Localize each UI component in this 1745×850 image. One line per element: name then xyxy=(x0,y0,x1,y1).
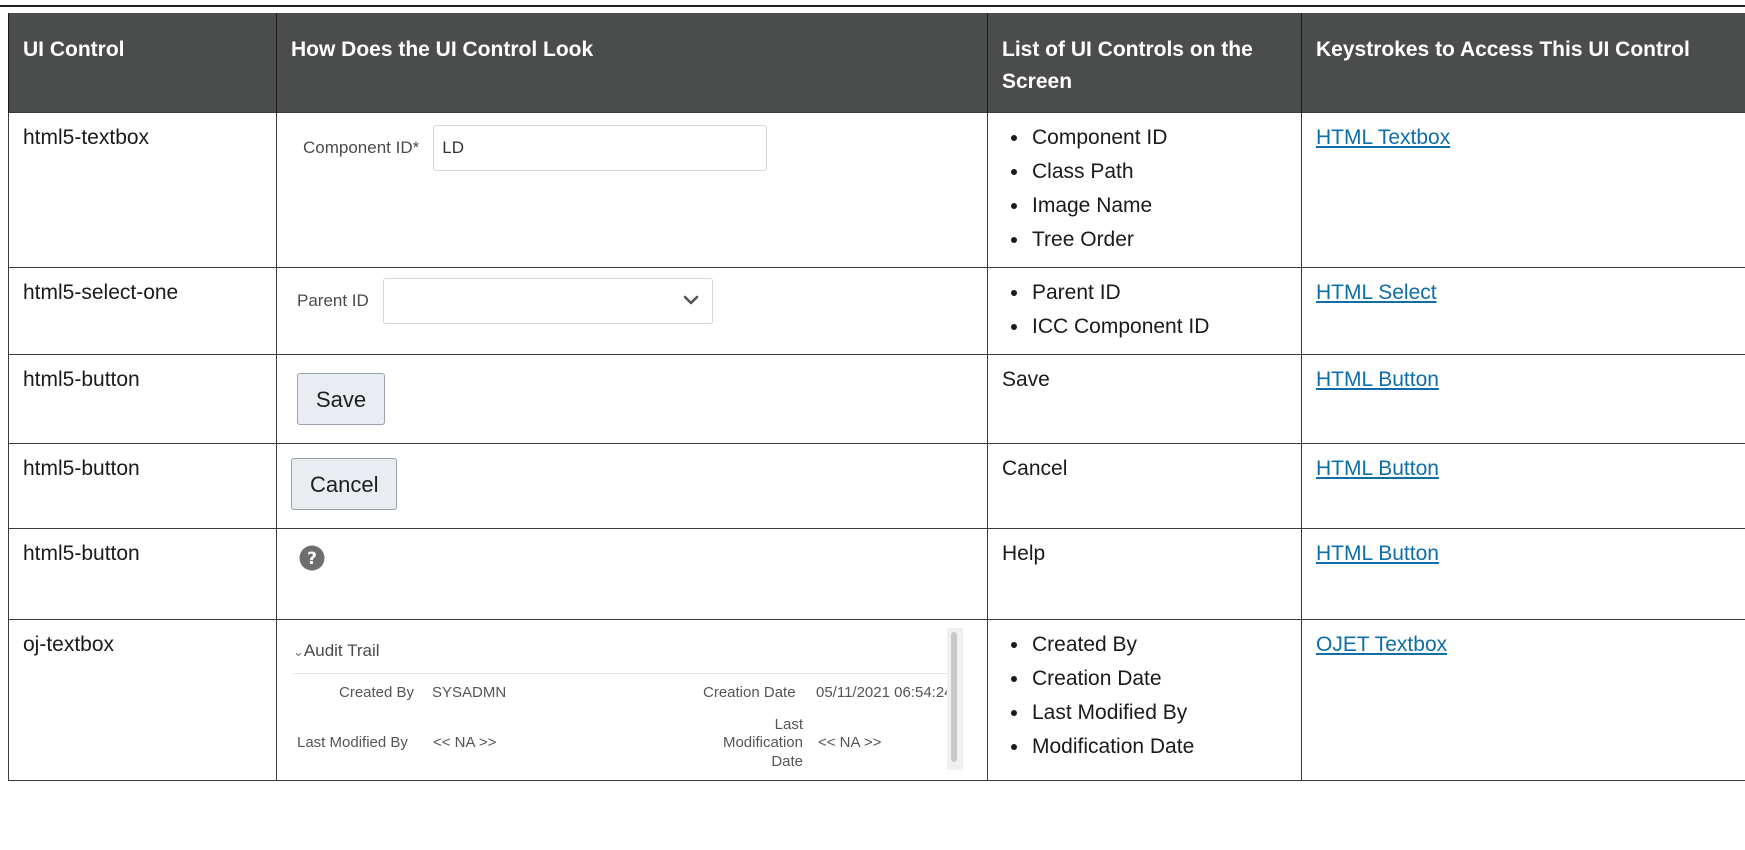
cell-controls-list: Save xyxy=(987,354,1302,444)
select-mock: Parent ID xyxy=(297,278,975,324)
cell-control-name: html5-textbox xyxy=(8,112,277,268)
list-item: Modification Date xyxy=(1030,730,1289,764)
cell-control-name: html5-button xyxy=(8,354,277,444)
list-item: Created By xyxy=(1030,628,1289,662)
cell-control-look: ⌄Audit Trail Created By SYSADMN Creation… xyxy=(276,619,988,781)
cell-keystrokes: HTML Button xyxy=(1301,354,1745,444)
table-row: html5-button Save Save HTML Button xyxy=(8,354,1745,444)
cell-controls-list: Component ID Class Path Image Name Tree … xyxy=(987,112,1302,268)
chevron-down-icon: ⌄ xyxy=(293,644,304,659)
last-mod-date-label-3: Date xyxy=(771,753,803,770)
last-mod-date-value: << NA >> xyxy=(818,734,882,751)
cell-keystrokes: HTML Button xyxy=(1301,528,1745,620)
top-rule xyxy=(0,5,1745,7)
creation-date-label: Creation Date xyxy=(703,684,796,701)
last-modified-by-value: << NA >> xyxy=(433,734,497,751)
cell-control-name: oj-textbox xyxy=(8,619,277,781)
html-textbox-link[interactable]: HTML Textbox xyxy=(1316,126,1450,149)
cell-controls-list: Help xyxy=(987,528,1302,620)
list-item: Creation Date xyxy=(1030,662,1289,696)
list-item: Class Path xyxy=(1030,155,1289,189)
chevron-down-icon xyxy=(683,295,699,305)
created-by-label: Created By xyxy=(339,684,415,701)
list-item: Last Modified By xyxy=(1030,696,1289,730)
list-item: Image Name xyxy=(1030,189,1289,223)
help-circle-icon[interactable]: ? xyxy=(299,545,325,571)
parent-id-select[interactable] xyxy=(382,278,713,324)
component-id-input[interactable]: LD xyxy=(433,125,768,171)
svg-text:?: ? xyxy=(307,549,317,569)
cell-keystrokes: OJET Textbox xyxy=(1301,619,1745,781)
list-item: Tree Order xyxy=(1030,223,1289,257)
save-button[interactable]: Save xyxy=(297,373,386,425)
textbox-mock: Component ID* LD xyxy=(303,125,975,171)
cell-controls-list: Parent ID ICC Component ID xyxy=(987,267,1302,355)
html-button-link[interactable]: HTML Button xyxy=(1316,457,1439,480)
list-item: Parent ID xyxy=(1030,276,1289,310)
cell-control-name: html5-button xyxy=(8,528,277,620)
textbox-mock-label: Component ID* xyxy=(303,138,420,157)
document-page: UI Control How Does the UI Control Look … xyxy=(0,0,1745,850)
header-control-look: How Does the UI Control Look xyxy=(276,13,988,113)
audit-trail-panel: ⌄Audit Trail Created By SYSADMN Creation… xyxy=(287,628,967,770)
html-select-link[interactable]: HTML Select xyxy=(1316,281,1437,304)
header-keystrokes: Keystrokes to Access This UI Control xyxy=(1301,13,1745,113)
html-button-link[interactable]: HTML Button xyxy=(1316,368,1439,391)
audit-scrollbar-thumb[interactable] xyxy=(951,632,957,762)
ui-controls-table: UI Control How Does the UI Control Look … xyxy=(8,13,1745,781)
creation-date-value: 05/11/2021 06:54:24 xyxy=(816,684,953,701)
list-item: ICC Component ID xyxy=(1030,310,1289,344)
header-ui-control: UI Control xyxy=(8,13,277,113)
last-modified-by-label: Last Modified By xyxy=(297,734,408,751)
cell-control-look: ? xyxy=(276,528,988,620)
cell-control-look: Cancel xyxy=(276,443,988,529)
cell-keystrokes: HTML Select xyxy=(1301,267,1745,355)
cell-controls-list: Created By Creation Date Last Modified B… xyxy=(987,619,1302,781)
select-mock-label: Parent ID xyxy=(297,291,369,310)
audit-trail-title: Audit Trail xyxy=(303,641,380,660)
table-row: oj-textbox ⌄Audit Trail Created By SYSAD… xyxy=(8,619,1745,781)
table-header-row: UI Control How Does the UI Control Look … xyxy=(8,13,1745,113)
table-row: html5-select-one Parent ID Parent ID xyxy=(8,267,1745,355)
table-row: html5-textbox Component ID* LD Component… xyxy=(8,112,1745,268)
list-item: Component ID xyxy=(1030,121,1289,155)
html-button-link[interactable]: HTML Button xyxy=(1316,542,1439,565)
cell-keystrokes: HTML Button xyxy=(1301,443,1745,529)
table-row: html5-button Cancel Cancel HTML Button xyxy=(8,443,1745,529)
table-row: html5-button ? Help HTML Button xyxy=(8,528,1745,620)
cell-control-look: Save xyxy=(276,354,988,444)
audit-scrollbar[interactable] xyxy=(947,628,963,770)
ojet-textbox-link[interactable]: OJET Textbox xyxy=(1316,633,1447,656)
header-controls-list: List of UI Controls on the Screen xyxy=(987,13,1302,113)
cell-controls-list: Cancel xyxy=(987,443,1302,529)
cancel-button[interactable]: Cancel xyxy=(291,458,398,510)
cell-control-name: html5-button xyxy=(8,443,277,529)
cell-control-look: Parent ID xyxy=(276,267,988,355)
cell-control-name: html5-select-one xyxy=(8,267,277,355)
cell-control-look: Component ID* LD xyxy=(276,112,988,268)
created-by-value: SYSADMN xyxy=(432,684,507,701)
audit-trail-header[interactable]: ⌄Audit Trail xyxy=(293,634,953,674)
cell-keystrokes: HTML Textbox xyxy=(1301,112,1745,268)
